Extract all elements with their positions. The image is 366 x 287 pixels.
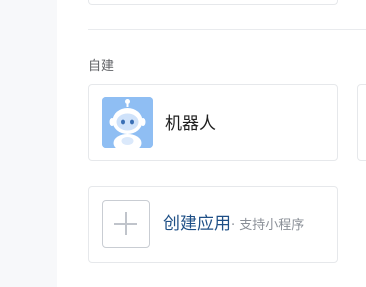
create-app-text: 创建应用· 支持小程序 bbox=[163, 213, 304, 237]
bot-name-label: 机器人 bbox=[165, 114, 216, 134]
section-title: 自建 bbox=[88, 59, 115, 74]
app-card-partial-right[interactable] bbox=[357, 84, 366, 161]
create-app-card[interactable]: 创建应用· 支持小程序 bbox=[88, 186, 338, 263]
left-sidebar bbox=[0, 0, 57, 287]
create-app-sublabel: · 支持小程序 bbox=[231, 218, 305, 233]
create-app-label: 创建应用 bbox=[163, 214, 231, 234]
main-content: 自建 机器人 创建应用· 支持小程序 bbox=[57, 0, 366, 287]
app-card-partial[interactable] bbox=[88, 0, 338, 5]
section-divider bbox=[88, 29, 366, 30]
robot-avatar-icon bbox=[102, 97, 153, 148]
plus-icon bbox=[102, 200, 150, 248]
bot-app-card[interactable]: 机器人 bbox=[88, 84, 338, 161]
